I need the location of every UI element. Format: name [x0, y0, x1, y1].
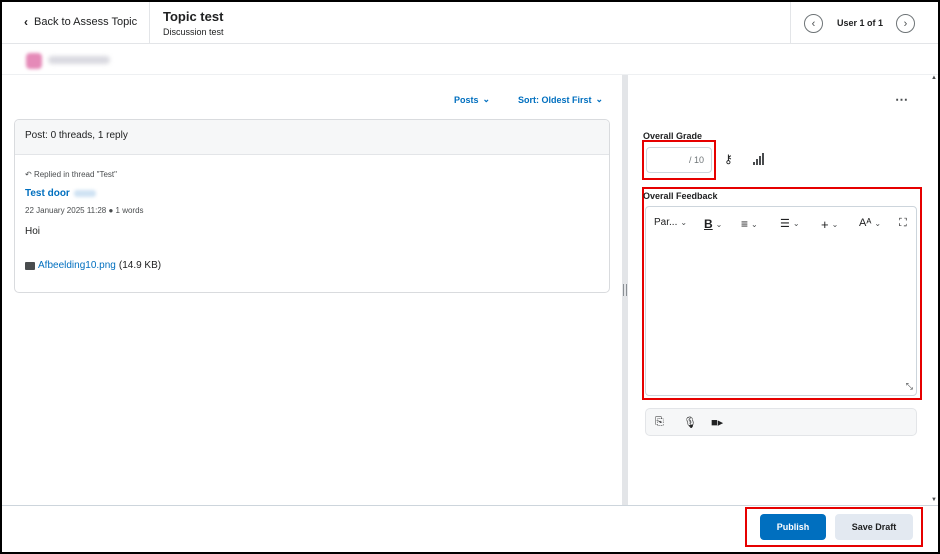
- microphone-icon[interactable]: 🎙: [683, 416, 697, 429]
- resize-handle-icon[interactable]: ⤡: [906, 381, 913, 392]
- overall-feedback-label: Overall Feedback: [643, 191, 718, 201]
- list-icon: ☰: [780, 218, 790, 230]
- publish-button[interactable]: Publish: [760, 514, 826, 540]
- align-icon: ≡: [741, 217, 749, 231]
- app-window: ‹ Back to Assess Topic Topic test Discus…: [2, 2, 938, 552]
- back-label: Back to Assess Topic: [34, 16, 138, 28]
- back-link[interactable]: ‹ Back to Assess Topic: [24, 15, 137, 29]
- image-icon: [25, 261, 35, 270]
- user-name-redacted: [48, 56, 110, 64]
- post-attachment: Afbeelding10.png (14.9 KB): [25, 260, 161, 271]
- grip-icon: [623, 284, 627, 296]
- posts-filter-dropdown[interactable]: Posts ⌄: [454, 94, 490, 105]
- page-title: Topic test: [163, 9, 224, 24]
- posts-card: Post: 0 threads, 1 reply ↶ Replied in th…: [14, 119, 610, 293]
- align-button[interactable]: ≡ ⌄: [741, 217, 758, 231]
- chevron-down-icon: ⌄: [680, 218, 688, 227]
- editor-toolbar: Par... ⌄ B ⌄ ≡ ⌄ ☰ ⌄ + ⌄ Aᴬ ⌄ ⛶: [646, 207, 916, 237]
- reply-icon: ↶: [25, 170, 32, 179]
- paragraph-format-dropdown[interactable]: Par... ⌄: [654, 217, 687, 228]
- chevron-right-icon: ›: [903, 17, 908, 30]
- sort-label: Sort: Oldest First: [518, 94, 592, 105]
- posts-summary: Post: 0 threads, 1 reply: [15, 120, 609, 155]
- insert-button[interactable]: + ⌄: [821, 217, 838, 232]
- attachment-link[interactable]: Afbeelding10.png: [38, 260, 116, 271]
- avatar: [26, 53, 42, 69]
- post-title-link[interactable]: Test door: [25, 188, 96, 199]
- paperclip-icon[interactable]: ⎘: [655, 416, 664, 429]
- chevron-left-icon: ‹: [24, 15, 28, 29]
- grade-input[interactable]: / 10: [646, 147, 712, 173]
- chevron-down-icon: ⌄: [595, 94, 604, 104]
- chevron-down-icon: ⌄: [874, 218, 882, 228]
- header-divider: [790, 2, 791, 44]
- grade-out-of: / 10: [688, 155, 704, 165]
- list-button[interactable]: ☰ ⌄: [780, 217, 800, 230]
- chevron-down-icon: ⌄: [831, 220, 839, 229]
- feedback-text-area[interactable]: [646, 237, 916, 395]
- chevron-down-icon: ⌄: [715, 219, 723, 229]
- page-subtitle: Discussion test: [163, 27, 224, 37]
- attachment-size: (14.9 KB): [118, 260, 162, 271]
- replied-in-thread: ↶ Replied in thread "Test": [25, 170, 117, 179]
- bold-button[interactable]: B ⌄: [704, 217, 722, 231]
- user-counter: User 1 of 1: [837, 18, 884, 28]
- chevron-left-icon: ‹: [811, 17, 816, 30]
- video-camera-icon[interactable]: ■▸: [711, 416, 723, 429]
- feedback-media-bar: ⎘ 🎙 ■▸: [645, 408, 917, 436]
- next-user-button[interactable]: ›: [896, 14, 915, 33]
- font-format-icon: Aᴬ: [859, 217, 872, 229]
- sort-dropdown[interactable]: Sort: Oldest First ⌄: [518, 94, 603, 105]
- scroll-up-arrow[interactable]: ▲: [931, 75, 937, 81]
- posts-filter-label: Posts: [454, 94, 479, 105]
- replied-in-label: Replied in thread "Test": [33, 170, 117, 179]
- post-meta: 22 January 2025 11:28 ● 1 words: [25, 206, 144, 215]
- save-draft-button[interactable]: Save Draft: [835, 514, 913, 540]
- post-body: Hoi: [25, 226, 41, 237]
- feedback-editor: Par... ⌄ B ⌄ ≡ ⌄ ☰ ⌄ + ⌄ Aᴬ ⌄ ⛶ ⤡: [645, 206, 917, 396]
- bold-icon: B: [704, 217, 713, 231]
- post-title: Test door: [25, 188, 70, 199]
- page-header: ‹ Back to Assess Topic Topic test Discus…: [2, 2, 938, 44]
- insert-icon: +: [821, 217, 829, 232]
- font-format-button[interactable]: Aᴬ ⌄: [859, 217, 881, 229]
- more-options-button[interactable]: ⋯: [895, 92, 908, 108]
- fullscreen-icon: ⛶: [899, 217, 907, 229]
- key-icon[interactable]: ⚷: [724, 152, 733, 166]
- scroll-down-arrow[interactable]: ▼: [931, 497, 937, 503]
- pane-resize-handle[interactable]: [622, 75, 628, 506]
- user-strip: [2, 45, 938, 75]
- chevron-down-icon: ⌄: [482, 94, 491, 104]
- bar-chart-icon[interactable]: [753, 153, 764, 165]
- fullscreen-button[interactable]: ⛶: [899, 217, 907, 230]
- previous-user-button[interactable]: ‹: [804, 14, 823, 33]
- paragraph-label: Par...: [654, 217, 678, 228]
- author-name-redacted: [73, 189, 96, 197]
- more-options-icon: ⋯: [895, 92, 908, 107]
- chevron-down-icon: ⌄: [792, 219, 800, 228]
- header-divider: [149, 2, 150, 44]
- chevron-down-icon: ⌄: [751, 219, 758, 229]
